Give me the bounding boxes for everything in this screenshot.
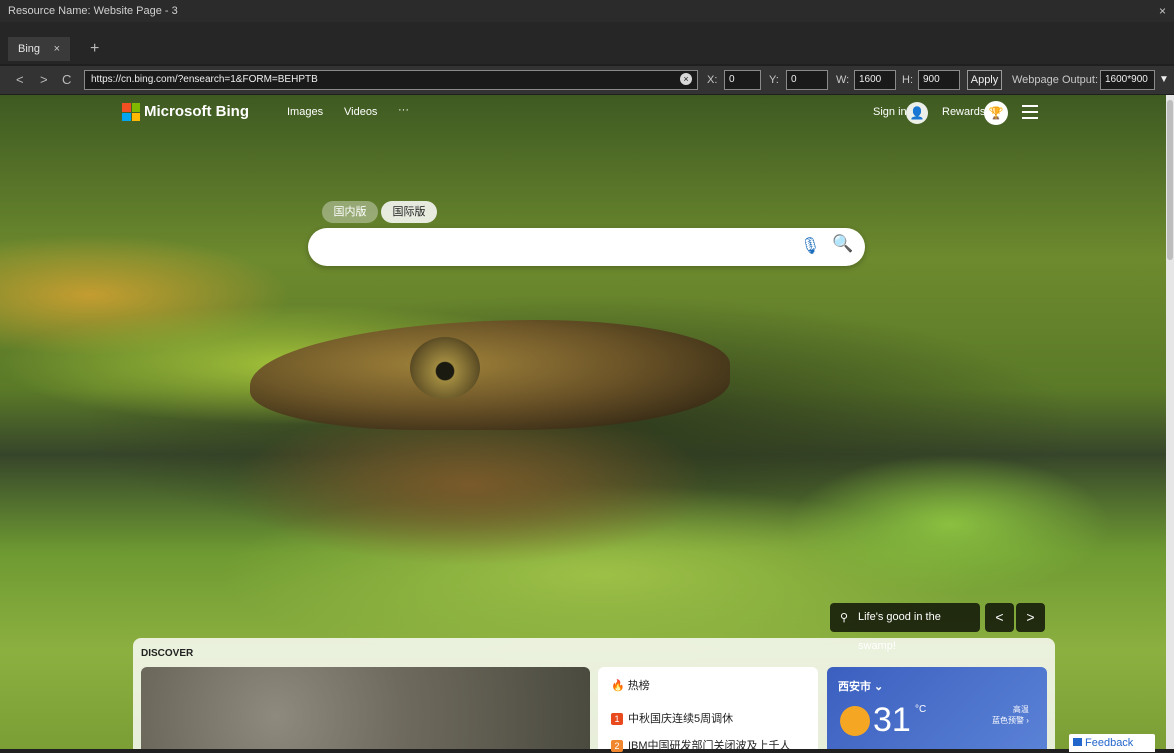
- discover-news-image[interactable]: [141, 667, 590, 749]
- rank-badge: 1: [611, 713, 623, 725]
- nav-images[interactable]: Images: [287, 106, 323, 118]
- close-tab-icon[interactable]: ×: [54, 37, 60, 61]
- webpage-output-label: Webpage Output:: [1012, 74, 1099, 86]
- rewards-link[interactable]: Rewards: [942, 106, 985, 118]
- search-input[interactable]: [308, 228, 865, 266]
- weather-alert-text: 高温 蓝色预警: [992, 705, 1029, 725]
- hot-item-text: IBM中国研发部门关闭波及上千人: [628, 740, 791, 752]
- discover-title: DISCOVER: [141, 648, 194, 659]
- y-label: Y:: [769, 74, 779, 86]
- tab-international-edition[interactable]: 国际版: [381, 201, 437, 223]
- more-nav-icon[interactable]: ···: [398, 104, 409, 116]
- y-input[interactable]: 0: [786, 70, 828, 90]
- feedback-button[interactable]: Feedback: [1069, 734, 1155, 752]
- nav-videos[interactable]: Videos: [344, 106, 377, 118]
- search-icon[interactable]: 🔍: [832, 234, 853, 254]
- reload-icon[interactable]: C: [62, 66, 71, 94]
- feedback-label: Feedback: [1085, 737, 1134, 749]
- h-label: H:: [902, 74, 913, 86]
- weather-alert[interactable]: 高温 蓝色预警 ›: [992, 704, 1029, 726]
- microsoft-logo-icon[interactable]: [122, 103, 140, 121]
- back-icon[interactable]: <: [16, 66, 24, 94]
- next-image-button[interactable]: >: [1016, 603, 1045, 632]
- menu-icon[interactable]: [1022, 105, 1038, 119]
- hot-item-text: 中秋国庆连续5周调休: [628, 713, 734, 725]
- tab-bing[interactable]: Bing ×: [8, 37, 70, 61]
- chevron-down-icon[interactable]: ▼: [1159, 70, 1169, 90]
- hot-list-item[interactable]: 2 IBM中国研发部门关闭波及上千人: [611, 737, 791, 753]
- apply-button[interactable]: Apply: [967, 70, 1002, 90]
- window-title: Resource Name: Website Page - 3: [8, 5, 178, 17]
- previous-image-button[interactable]: <: [985, 603, 1014, 632]
- avatar-icon[interactable]: 👤: [906, 102, 928, 124]
- feedback-icon: [1073, 738, 1082, 746]
- image-caption-button[interactable]: Life's good in the swamp!: [830, 603, 980, 652]
- x-input[interactable]: 0: [724, 70, 761, 90]
- url-input[interactable]: https://cn.bing.com/?ensearch=1&FORM=BEH…: [84, 70, 698, 90]
- window-title-bar: Resource Name: Website Page - 3 ×: [0, 0, 1174, 22]
- hot-list-item[interactable]: 1 中秋国庆连续5周调休: [611, 710, 733, 726]
- sign-in-link[interactable]: Sign in: [873, 106, 907, 118]
- height-input[interactable]: 900: [918, 70, 960, 90]
- close-window-icon[interactable]: ×: [1159, 0, 1166, 22]
- webpage-output-select[interactable]: 1600*900: [1100, 70, 1155, 90]
- tab-label: Bing: [18, 43, 41, 55]
- hot-list-title[interactable]: 🔥 热榜: [611, 677, 650, 693]
- width-input[interactable]: 1600: [854, 70, 896, 90]
- forward-icon[interactable]: >: [40, 66, 48, 94]
- clear-url-icon[interactable]: ×: [680, 73, 692, 85]
- hot-list-label: 热榜: [627, 680, 650, 692]
- scrollbar-thumb[interactable]: [1167, 100, 1173, 260]
- fire-icon: 🔥: [611, 680, 625, 692]
- weather-city[interactable]: 西安市 ⌄: [838, 678, 883, 694]
- new-tab-icon[interactable]: +: [90, 37, 99, 61]
- sunny-icon: [840, 706, 870, 736]
- x-label: X:: [707, 74, 718, 86]
- temperature-unit: °C: [915, 704, 927, 715]
- bing-brand[interactable]: Microsoft Bing: [144, 102, 249, 122]
- tab-china-edition[interactable]: 国内版: [322, 201, 378, 223]
- rank-badge: 2: [611, 740, 623, 752]
- w-label: W:: [836, 74, 850, 86]
- rewards-trophy-icon[interactable]: 🏆: [984, 101, 1008, 125]
- location-pin-icon: ⚲: [840, 612, 849, 624]
- microphone-icon[interactable]: 🎙: [800, 236, 820, 256]
- caiman-eye-image: [410, 337, 480, 399]
- weather-temperature: 31: [873, 701, 911, 739]
- tab-strip: [0, 22, 1174, 64]
